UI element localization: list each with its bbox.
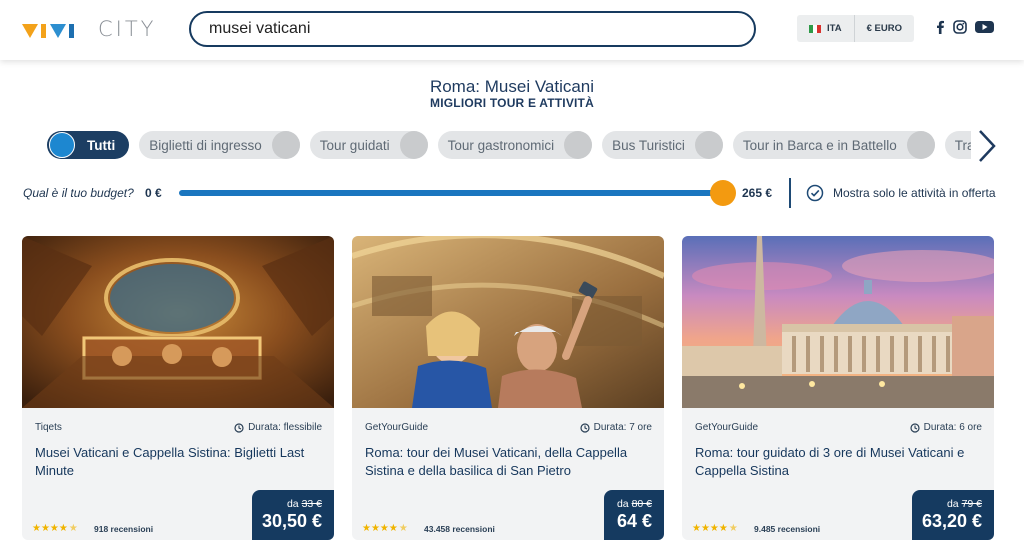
price-new: 30,50 € — [261, 511, 322, 531]
card-duration: Durata: 7 ore — [580, 422, 652, 433]
facebook-icon[interactable] — [934, 20, 946, 34]
category-tutti[interactable]: Tutti — [47, 131, 130, 159]
toggle-knob-icon — [49, 132, 75, 158]
toggle-knob-icon — [564, 131, 593, 159]
category-label: Bus Turistici — [612, 137, 685, 153]
price-box: da 80 € 64 € — [604, 490, 664, 540]
youtube-icon[interactable] — [975, 20, 994, 34]
toggle-knob-icon — [271, 131, 300, 159]
logo-text: CITY — [98, 17, 157, 41]
review-count: 43.458 recensioni — [424, 524, 495, 534]
activity-card[interactable]: Tiqets Durata: flessibile Musei Vaticani… — [22, 236, 334, 540]
history-icon — [234, 422, 244, 433]
activity-card[interactable]: GetYourGuide Durata: 7 ore Roma: tour de… — [352, 236, 664, 540]
card-provider: Tiqets — [35, 422, 62, 433]
chevron-right-icon[interactable] — [974, 128, 998, 164]
card-duration: Durata: 6 ore — [910, 422, 982, 433]
page-subtitle: MIGLIORI TOUR E ATTIVITÀ — [430, 96, 594, 110]
card-duration-label: Durata: flessibile — [248, 422, 322, 433]
locale-selector: ITA € EURO — [797, 15, 914, 42]
instagram-icon[interactable] — [953, 20, 967, 34]
italy-flag-icon — [809, 24, 821, 33]
category-trasporti[interactable]: Trasporti e Trasferimenti — [944, 131, 971, 159]
currency-label: € EURO — [866, 23, 902, 34]
search-input[interactable] — [189, 11, 756, 47]
budget-min-value: 0 € — [145, 186, 162, 200]
review-count: 918 recensioni — [94, 524, 154, 534]
category-bus-turistici[interactable]: Bus Turistici — [602, 131, 723, 159]
card-title[interactable]: Roma: tour dei Musei Vaticani, della Cap… — [365, 444, 650, 480]
card-provider: GetYourGuide — [365, 422, 429, 433]
offer-checkbox[interactable] — [806, 184, 824, 202]
budget-slider-track[interactable] — [179, 190, 724, 196]
budget-slider-handle[interactable] — [710, 180, 736, 206]
activity-card[interactable]: GetYourGuide Durata: 6 ore Roma: tour gu… — [682, 236, 994, 540]
category-tour-gastronomici[interactable]: Tour gastronomici — [437, 131, 593, 159]
budget-label: Qual è il tuo budget? — [23, 186, 134, 200]
price-old: da 80 € — [616, 498, 652, 510]
divider — [789, 178, 791, 208]
page-title: Roma: Musei Vaticani — [429, 77, 595, 96]
category-label: Tour guidati — [319, 137, 390, 153]
category-label: Tutti — [87, 137, 116, 153]
budget-max-value: 265 € — [742, 186, 773, 200]
toggle-knob-icon — [399, 131, 428, 159]
rating-stars: ★★★★ ★ — [692, 523, 738, 534]
price-old: da 79 € — [946, 498, 982, 510]
category-tour-in-barca[interactable]: Tour in Barca e in Battello — [732, 131, 935, 159]
currency-selector[interactable]: € EURO — [853, 15, 914, 42]
price-new: 63,20 € — [921, 511, 982, 531]
rating-stars: ★★★★ ★ — [32, 523, 78, 534]
history-icon — [580, 422, 590, 433]
card-duration: Durata: flessibile — [234, 422, 322, 433]
toggle-knob-icon — [906, 131, 935, 159]
price-old: da 33 € — [286, 498, 322, 510]
sistine-ceiling-image — [22, 236, 334, 408]
review-count: 9.485 recensioni — [754, 524, 821, 534]
card-title[interactable]: Roma: tour guidato di 3 ore di Musei Vat… — [695, 444, 980, 480]
card-provider: GetYourGuide — [695, 422, 759, 433]
category-filter-bar: Tutti Biglietti di ingresso Tour guidati… — [47, 131, 971, 161]
price-box: da 33 € 30,50 € — [252, 490, 334, 540]
st-peters-basilica-image — [682, 236, 994, 408]
category-label: Tour in Barca e in Battello — [742, 137, 897, 153]
category-label: Biglietti di ingresso — [149, 137, 262, 153]
card-duration-label: Durata: 6 ore — [923, 422, 982, 433]
offer-label: Mostra solo le attività in offerta — [833, 186, 996, 200]
category-biglietti-di-ingresso[interactable]: Biglietti di ingresso — [139, 131, 300, 159]
category-tour-guidati[interactable]: Tour guidati — [309, 131, 428, 159]
language-selector[interactable]: ITA — [797, 15, 854, 42]
toggle-knob-icon — [694, 131, 723, 159]
rating-stars: ★★★★ ★ — [362, 523, 408, 534]
logo-mark-icon — [22, 24, 74, 38]
category-label: Trasporti e Trasferimenti — [954, 137, 971, 153]
vivicity-logo[interactable]: CITY — [22, 16, 157, 42]
card-duration-label: Durata: 7 ore — [593, 422, 652, 433]
price-box: da 79 € 63,20 € — [912, 490, 994, 540]
price-new: 64 € — [616, 511, 652, 531]
card-title[interactable]: Musei Vaticani e Cappella Sistina: Bigli… — [35, 444, 320, 480]
category-label: Tour gastronomici — [447, 137, 555, 153]
history-icon — [910, 422, 920, 433]
check-circle-icon — [806, 184, 824, 202]
vatican-tourists-image — [352, 236, 664, 408]
language-label: ITA — [827, 23, 842, 34]
header: CITY ITA € EURO — [0, 0, 1024, 60]
